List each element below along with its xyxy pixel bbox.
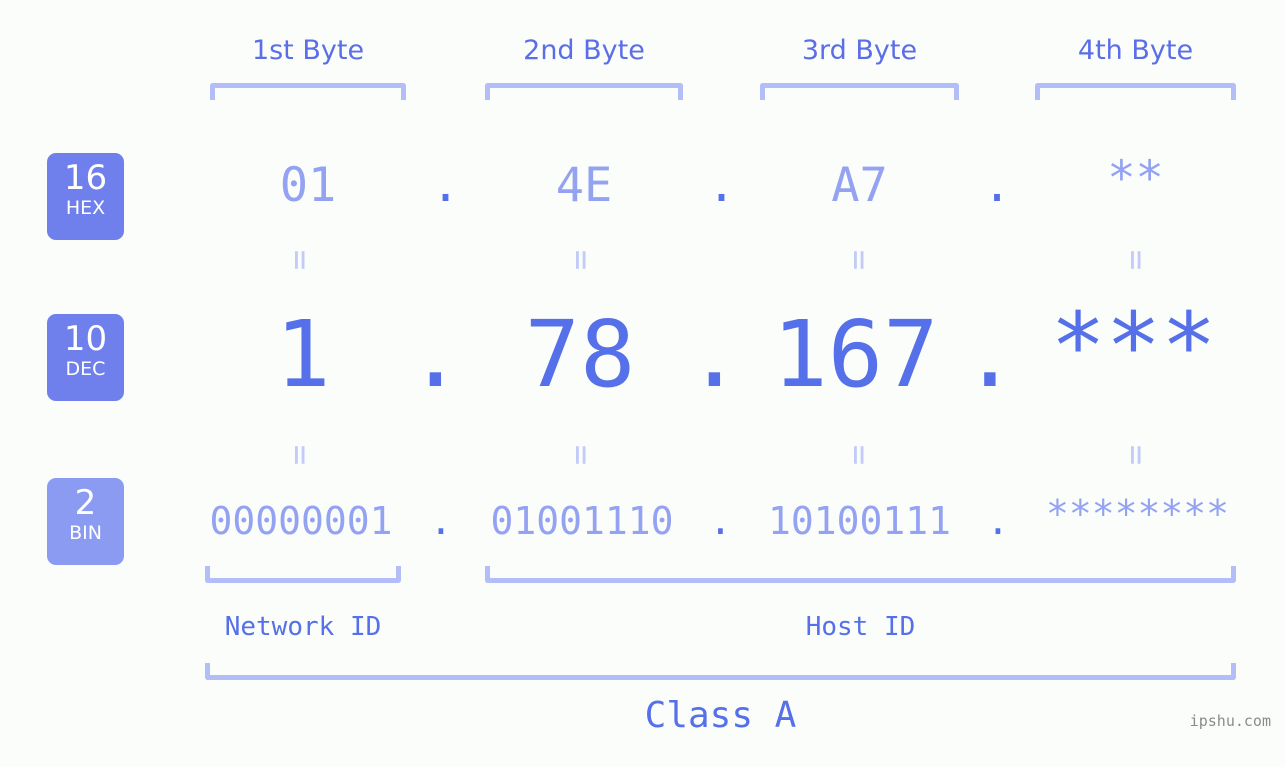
base-badge-hex-number: 16 <box>63 158 108 198</box>
host-id-label: Host ID <box>805 612 916 642</box>
watermark: ipshu.com <box>1189 712 1271 730</box>
equals-connector-hex-dec-2: = <box>561 249 601 271</box>
byte-header-1: 1st Byte <box>251 35 365 66</box>
network-id-bracket <box>205 566 401 583</box>
byte-bracket-3 <box>760 83 959 100</box>
bin-byte-3: 10100111 <box>767 499 952 543</box>
class-bracket <box>205 663 1236 680</box>
base-badge-bin-name: BIN <box>69 522 102 544</box>
byte-bracket-2 <box>485 83 683 100</box>
dec-separator-2: . <box>686 301 743 408</box>
hex-byte-2: 4E <box>555 158 613 213</box>
equals-connector-hex-dec-4: = <box>1116 249 1156 271</box>
byte-header-4: 4th Byte <box>1077 35 1194 66</box>
equals-connector-hex-dec-3: = <box>839 249 879 271</box>
bin-separator-2: . <box>709 499 732 543</box>
byte-bracket-1 <box>210 83 406 100</box>
hex-byte-4: ** <box>1107 151 1164 206</box>
base-badge-bin: 2 BIN <box>47 478 124 565</box>
base-badge-dec-number: 10 <box>63 319 108 359</box>
hex-byte-3: A7 <box>831 158 888 213</box>
bin-separator-3: . <box>986 499 1010 543</box>
host-id-bracket <box>485 566 1236 583</box>
equals-connector-hex-dec-1: = <box>280 249 320 271</box>
dec-byte-3: 167 <box>772 301 939 408</box>
ip-byte-breakdown-diagram: 1st Byte 2nd Byte 3rd Byte 4th Byte 16 H… <box>0 0 1285 767</box>
hex-byte-1: 01 <box>279 158 337 213</box>
network-id-label: Network ID <box>224 612 382 642</box>
equals-connector-dec-bin-3: = <box>839 444 879 466</box>
dec-separator-1: . <box>407 301 464 408</box>
byte-header-3: 3rd Byte <box>801 35 918 66</box>
base-badge-hex-name: HEX <box>65 197 106 219</box>
base-badge-bin-number: 2 <box>74 483 97 523</box>
equals-connector-dec-bin-2: = <box>561 444 601 466</box>
base-badge-hex: 16 HEX <box>47 153 124 240</box>
dec-byte-1: 1 <box>275 301 331 408</box>
equals-connector-dec-bin-1: = <box>280 444 320 466</box>
bin-byte-4: ******** <box>1045 492 1230 536</box>
class-label: Class A <box>644 695 797 736</box>
byte-bracket-4 <box>1035 83 1236 100</box>
equals-connector-dec-bin-4: = <box>1116 444 1156 466</box>
base-badge-dec-name: DEC <box>65 358 106 380</box>
hex-separator-3: . <box>982 158 1012 213</box>
dec-separator-3: . <box>962 301 1018 408</box>
dec-byte-4: *** <box>1050 293 1217 400</box>
bin-byte-1: 00000001 <box>209 499 393 543</box>
bin-byte-2: 01001110 <box>490 499 674 543</box>
hex-separator-2: . <box>707 158 736 213</box>
base-badge-dec: 10 DEC <box>47 314 124 401</box>
byte-header-2: 2nd Byte <box>523 35 645 66</box>
bin-separator-1: . <box>429 499 453 543</box>
hex-separator-1: . <box>431 158 460 213</box>
dec-byte-2: 78 <box>524 301 636 408</box>
